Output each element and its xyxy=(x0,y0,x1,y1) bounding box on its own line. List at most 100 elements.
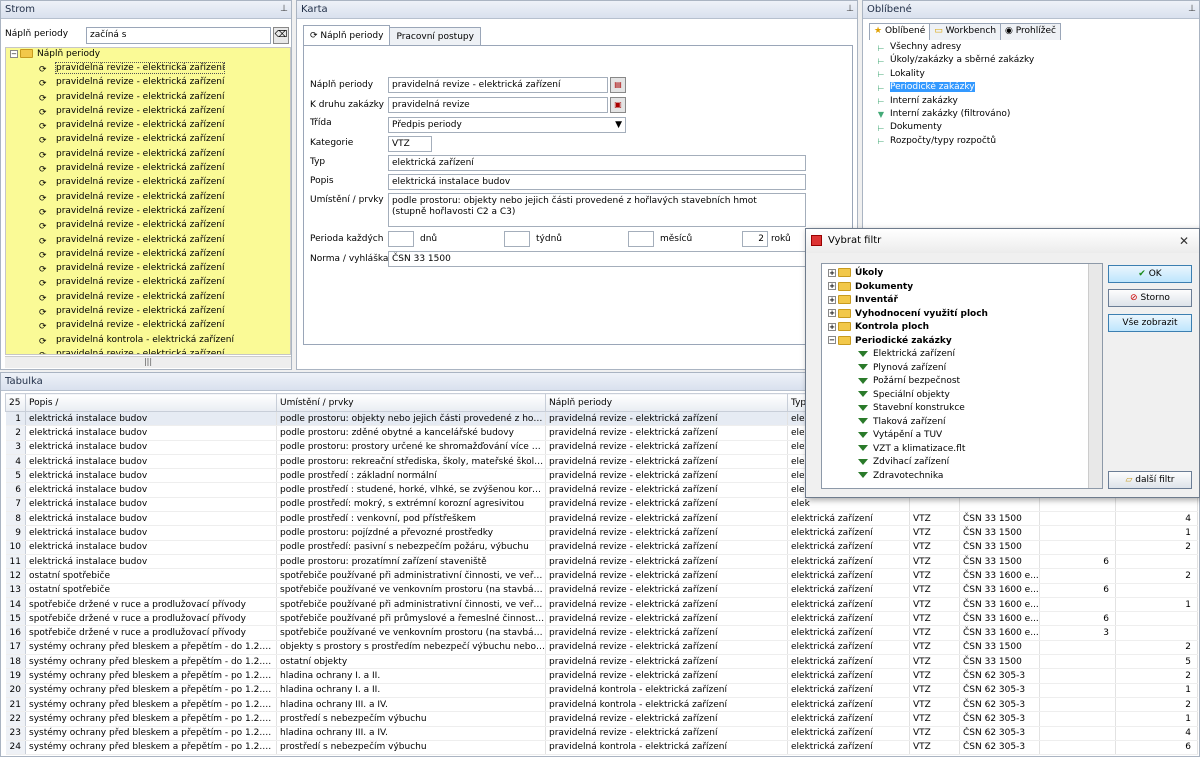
vse-zobrazit-button[interactable]: Vše zobrazit xyxy=(1108,314,1192,332)
filter-item[interactable]: VZT a klimatizace.flt xyxy=(828,443,1090,457)
lookup-icon[interactable]: ▤ xyxy=(610,77,626,93)
table-row[interactable]: 19 systémy ochrany před bleskem a přepětí… xyxy=(5,668,1198,684)
trida-select[interactable]: Předpis periody ▼ xyxy=(388,117,626,133)
table-row[interactable]: 7 elektrická instalace budov podle prostře… xyxy=(5,497,1198,513)
table-row[interactable]: 9 elektrická instalace budov podle prostor… xyxy=(5,525,1198,541)
table-row[interactable]: 8 elektrická instalace budov podle prostře… xyxy=(5,511,1198,527)
filter-item[interactable]: Speciální objekty xyxy=(828,389,1090,403)
tree-item[interactable]: ⟳pravidelná revize - elektrická zařízení xyxy=(6,61,290,75)
tydnu-field[interactable] xyxy=(504,231,530,247)
expand-icon[interactable]: + xyxy=(828,309,836,317)
filter-item[interactable]: Stavební konstrukce xyxy=(828,402,1090,416)
col-header-popis[interactable]: Popis / xyxy=(25,393,277,412)
table-row[interactable]: 11 elektrická instalace budov podle prosto… xyxy=(5,554,1198,570)
kategorie-field[interactable]: VTZ xyxy=(388,136,432,152)
filter-tree[interactable]: + Úkoly + Dokumenty + Inventář + Vyhodnocení vy… xyxy=(821,263,1103,489)
favorite-item[interactable]: ⊢ Všechny adresy xyxy=(869,41,1195,54)
tree-item[interactable]: ⟳pravidelná revize - elektrická zařízení xyxy=(6,304,290,318)
favorite-item[interactable]: ⊢ Lokality xyxy=(869,68,1195,81)
favorite-item[interactable]: ⊢ Rozpočty/typy rozpočtů xyxy=(869,135,1195,148)
table-row[interactable]: 17 systémy ochrany před bleskem a přepětí… xyxy=(5,640,1198,656)
collapse-icon[interactable]: − xyxy=(10,49,18,58)
vertical-scrollbar[interactable] xyxy=(1088,264,1102,488)
tree-item[interactable]: ⟳pravidelná revize - elektrická zařízení xyxy=(6,318,290,332)
dnu-field[interactable] xyxy=(388,231,414,247)
horizontal-scrollbar[interactable]: ||| xyxy=(5,356,291,368)
table-row[interactable]: 12 ostatní spotřebiče spotřebiče používané… xyxy=(5,568,1198,584)
table-row[interactable]: 16 spotřebiče držené v ruce a prodlužovac… xyxy=(5,625,1198,641)
storno-button[interactable]: ⊘ Storno xyxy=(1108,289,1192,307)
tree-item[interactable]: ⟳pravidelná revize - elektrická zařízení xyxy=(6,190,290,204)
expand-icon[interactable]: + xyxy=(828,295,836,304)
filter-item[interactable]: Zdvihací zařízení xyxy=(828,456,1090,470)
filter-item[interactable]: Vytápění a TUV xyxy=(828,429,1090,443)
filter-folder[interactable]: + Dokumenty xyxy=(828,281,1090,295)
tree-item[interactable]: ⟳pravidelná revize - elektrická zařízení xyxy=(6,218,290,232)
tree-item[interactable]: ⟳pravidelná revize - elektrická zařízení xyxy=(6,347,290,354)
lookup-icon[interactable]: ▣ xyxy=(610,97,626,113)
filter-item[interactable]: Tlaková zařízení xyxy=(828,416,1090,430)
favorite-item[interactable]: ⊢ Interní zakázky xyxy=(869,95,1195,108)
tree-item[interactable]: ⟳pravidelná revize - elektrická zařízení xyxy=(6,132,290,146)
table-row[interactable]: 18 systémy ochrany před bleskem a přepětí… xyxy=(5,654,1198,670)
filter-item[interactable]: Požární bezpečnost xyxy=(828,375,1090,389)
filter-folder[interactable]: + Kontrola ploch xyxy=(828,321,1090,335)
expand-icon[interactable]: + xyxy=(828,282,836,290)
tab-pracovni-postupy[interactable]: Pracovní postupy xyxy=(389,27,481,47)
umisteni-field[interactable]: podle prostoru: objekty nebo jejich část… xyxy=(388,193,806,227)
mesicu-field[interactable] xyxy=(628,231,654,247)
norma-field[interactable]: ČSN 33 1500 xyxy=(388,251,806,267)
table-row[interactable]: 10 elektrická instalace budov podle prostř… xyxy=(5,540,1198,555)
popis-field[interactable]: elektrická instalace budov xyxy=(388,174,806,190)
favorite-item[interactable]: ⊢ Úkoly/zakázky a sběrné zakázky xyxy=(869,54,1195,67)
typ-field[interactable]: elektrická zařízení xyxy=(388,155,806,171)
strom-filter-input[interactable]: začíná s xyxy=(86,27,271,44)
tab-naplen-periody[interactable]: ⟳ Náplň periody xyxy=(303,25,391,47)
tree-item[interactable]: ⟳pravidelná revize - elektrická zařízení xyxy=(6,290,290,304)
strom-tree[interactable]: − Náplň periody ⟳ pravidelná revize - elek… xyxy=(5,47,291,355)
filter-folder[interactable]: − Periodické zakázky xyxy=(828,335,1090,349)
druh-field[interactable]: pravidelná revize xyxy=(388,97,608,113)
filter-folder[interactable]: + Úkoly xyxy=(828,267,1090,281)
filter-item[interactable]: Elektrická zařízení xyxy=(828,348,1090,362)
table-row[interactable]: 24 systémy ochrany před bleskem a přepětí… xyxy=(5,740,1198,756)
tree-item[interactable]: ⟳pravidelná revize - elektrická zařízení xyxy=(6,90,290,104)
tab-prohlizec[interactable]: ◉ Prohlížeč xyxy=(1000,23,1061,40)
col-header-umisteni[interactable]: Umístění / prvky xyxy=(276,393,546,412)
tab-workbench[interactable]: ▭ Workbench xyxy=(929,23,1002,40)
table-row[interactable]: 23 systémy ochrany před bleskem a přepětí… xyxy=(5,726,1198,741)
filter-item[interactable]: Plynová zařízení xyxy=(828,362,1090,376)
table-row[interactable]: 21 systémy ochrany před bleskem a přepětí… xyxy=(5,697,1198,713)
table-row[interactable]: 20 systémy ochrany před bleskem a přepětí… xyxy=(5,683,1198,698)
roku-field[interactable]: 2 xyxy=(742,231,768,247)
table-row[interactable]: 14 spotřebiče držené v ruce a prodlužovac… xyxy=(5,597,1198,613)
chevron-down-icon[interactable]: ▼ xyxy=(615,118,622,132)
filter-folder[interactable]: + Inventář xyxy=(828,294,1090,308)
favorite-item[interactable]: ⊢ Dokumenty xyxy=(869,121,1195,134)
tree-item[interactable]: ⟳pravidelná revize - elektrická zařízení xyxy=(6,204,290,218)
collapse-icon[interactable]: − xyxy=(828,336,836,344)
tree-item[interactable]: ⟳pravidelná revize - elektrická zařízení xyxy=(6,75,290,89)
table-row[interactable]: 22 systémy ochrany před bleskem a přepětí… xyxy=(5,711,1198,727)
col-header-naplen[interactable]: Náplň periody xyxy=(545,393,788,412)
filter-item[interactable]: Zdravotechnika xyxy=(828,470,1090,484)
tree-root[interactable]: − Náplň periody xyxy=(6,48,290,61)
tree-item[interactable]: ⟳ pravidelná kontrola - elektrická zaříze… xyxy=(6,333,290,347)
tree-item[interactable]: ⟳pravidelná revize - elektrická zařízení xyxy=(6,118,290,132)
tree-item[interactable]: ⟳pravidelná revize - elektrická zařízení xyxy=(6,261,290,275)
table-row[interactable]: 15 spotřebiče držené v ruce a prodlužovac… xyxy=(5,611,1198,627)
pin-icon[interactable]: ⊥ xyxy=(280,1,288,18)
tree-item[interactable]: ⟳pravidelná revize - elektrická zařízení xyxy=(6,147,290,161)
favorite-item[interactable]: ▼ Interní zakázky (filtrováno) xyxy=(869,108,1195,121)
dalsi-filtr-button[interactable]: ▱ další filtr xyxy=(1108,471,1192,489)
expand-icon[interactable]: + xyxy=(828,268,836,277)
filter-folder[interactable]: + Vyhodnocení využití ploch xyxy=(828,308,1090,322)
tree-item[interactable]: ⟳pravidelná revize - elektrická zařízení xyxy=(6,161,290,175)
ok-button[interactable]: ✔ OK xyxy=(1108,265,1192,283)
pin-icon[interactable]: ⊥ xyxy=(846,1,854,18)
pin-icon[interactable]: ⊥ xyxy=(1188,1,1196,18)
tree-item[interactable]: ⟳pravidelná revize - elektrická zařízení xyxy=(6,233,290,247)
clear-filter-button[interactable]: ⌫ xyxy=(273,27,289,44)
tree-item[interactable]: ⟳pravidelná revize - elektrická zařízení xyxy=(6,175,290,189)
table-row[interactable]: 13 ostatní spotřebiče spotřebiče používané… xyxy=(5,583,1198,598)
